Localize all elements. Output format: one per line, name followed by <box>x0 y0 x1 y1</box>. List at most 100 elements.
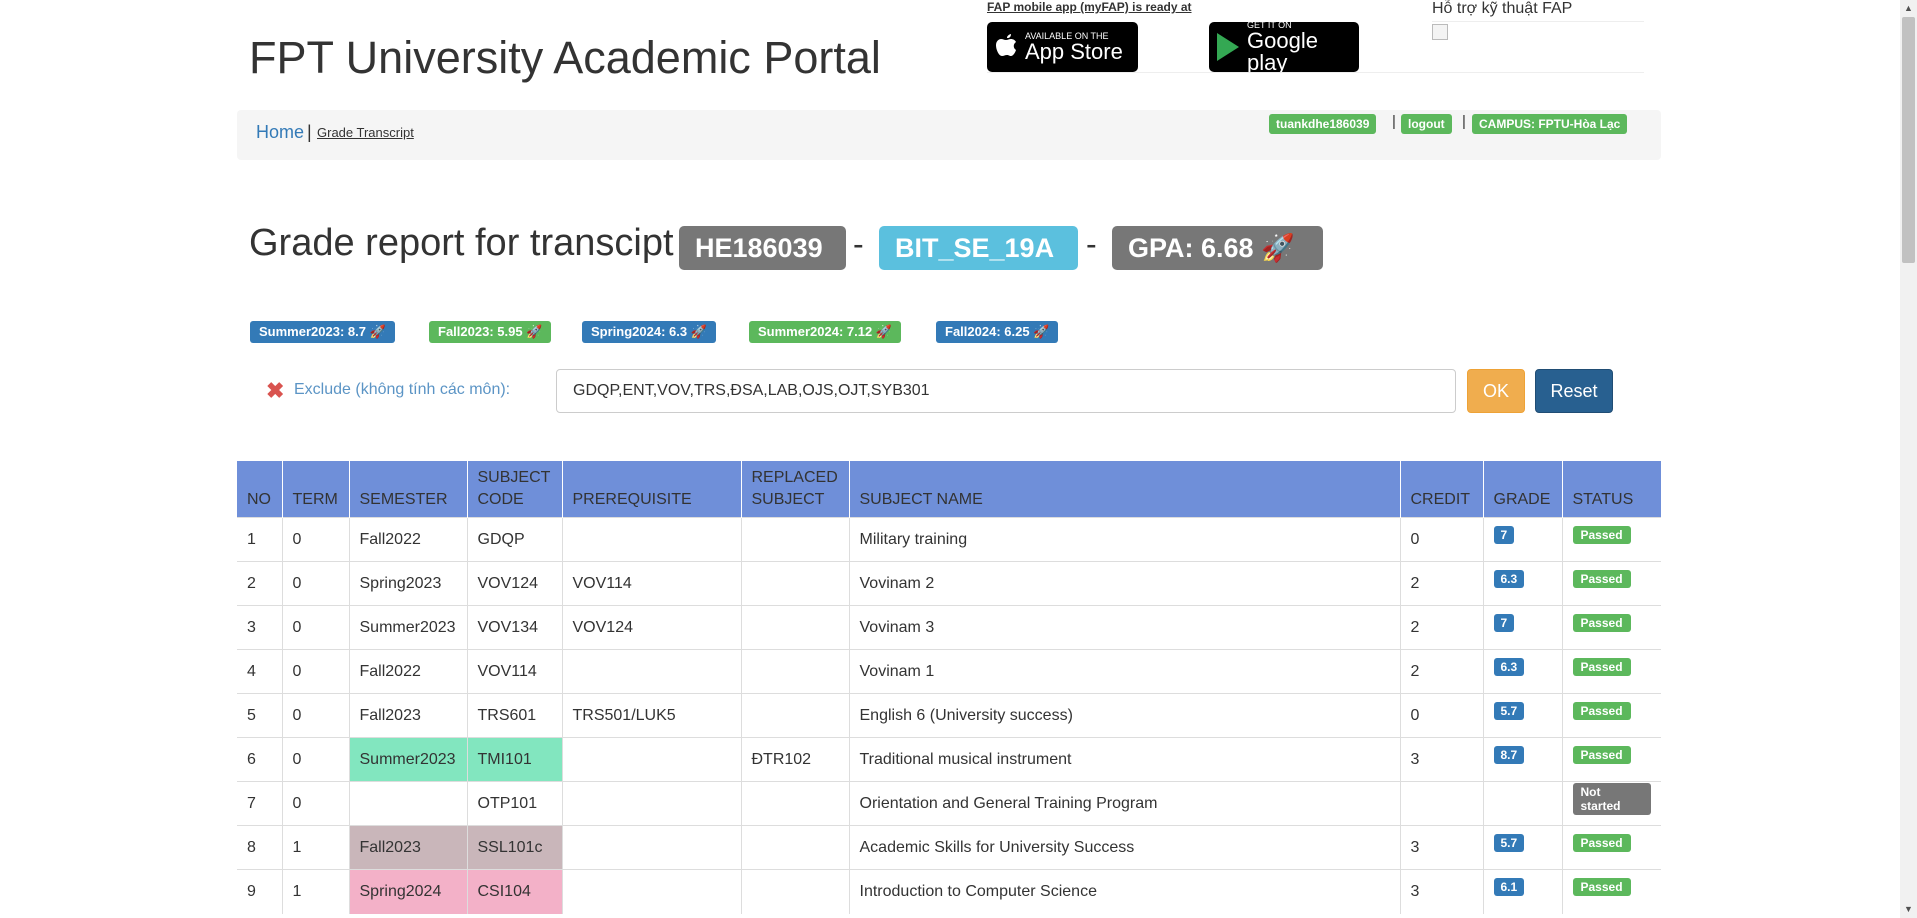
cell-grade: 8.7 <box>1483 737 1563 782</box>
column-header: SEMESTER <box>349 461 468 518</box>
apple-icon <box>995 30 1019 65</box>
header-divider <box>987 72 1644 73</box>
username-badge[interactable]: tuankdhe186039 <box>1269 114 1377 134</box>
exclude-label: Exclude (không tính các môn): <box>294 381 511 398</box>
support-divider <box>1432 21 1644 22</box>
user-separator: | <box>1392 113 1396 130</box>
cell-grade: 5.7 <box>1483 825 1563 870</box>
reset-button[interactable]: Reset <box>1535 369 1613 413</box>
cell-semester: Fall2022 <box>349 649 468 694</box>
close-icon[interactable]: ✖ <box>266 378 284 404</box>
status-badge: Passed <box>1572 657 1631 676</box>
cell-semester: Fall2023 <box>349 693 468 738</box>
cell-no: 7 <box>237 781 283 826</box>
mobile-app-text[interactable]: FAP mobile app (myFAP) is ready at <box>987 0 1192 14</box>
table-row: 2 0 Spring2023 VOV124 VOV114 Vovinam 2 2 6.3 Pas… <box>237 561 1661 606</box>
cell-status: Passed <box>1562 517 1661 562</box>
cell-credit <box>1400 781 1484 826</box>
grade-badge: 5.7 <box>1493 701 1525 720</box>
column-header: PREREQUISITE <box>562 461 742 518</box>
app-store-big: App Store <box>1025 38 1123 64</box>
student-id-label: HE186039 <box>679 226 846 270</box>
cell-prerequisite <box>562 737 742 782</box>
grade-badge: 7 <box>1493 613 1515 632</box>
status-badge: Passed <box>1572 569 1631 588</box>
cell-subject-name: English 6 (University success) <box>849 693 1401 738</box>
app-store-button[interactable]: Available on the App Store <box>987 22 1138 72</box>
cell-replaced-subject <box>741 649 850 694</box>
cell-no: 8 <box>237 825 283 870</box>
cell-credit: 2 <box>1400 605 1484 650</box>
cell-subject-name: Vovinam 3 <box>849 605 1401 650</box>
cell-replaced-subject <box>741 517 850 562</box>
cell-status: Not started <box>1562 781 1661 826</box>
table-row: 6 0 Summer2023 TMI101 ĐTR102 Traditional musi… <box>237 737 1661 782</box>
status-badge: Not started <box>1572 782 1651 815</box>
cell-no: 4 <box>237 649 283 694</box>
google-play-big: Google play <box>1247 27 1318 75</box>
column-header: GRADE <box>1483 461 1563 518</box>
cell-term: 1 <box>282 869 350 914</box>
cell-term: 0 <box>282 737 350 782</box>
column-header: CREDIT <box>1400 461 1484 518</box>
cell-subject-name: Military training <box>849 517 1401 562</box>
breadcrumb-current[interactable]: Grade Transcript <box>317 125 414 140</box>
cell-no: 3 <box>237 605 283 650</box>
google-play-button[interactable]: GET IT ON Google play <box>1209 20 1359 75</box>
cell-grade: 5.7 <box>1483 693 1563 738</box>
cell-prerequisite <box>562 825 742 870</box>
cell-no: 6 <box>237 737 283 782</box>
cell-semester: Summer2023 <box>349 605 468 650</box>
cell-term: 0 <box>282 649 350 694</box>
broken-image-icon <box>1432 24 1448 40</box>
cell-subject-code: VOV124 <box>467 561 563 606</box>
semester-gpa-badge: Fall2024: 6.25 🚀 <box>936 321 1059 343</box>
cell-credit: 2 <box>1400 561 1484 606</box>
portal-title: FPT University Academic Portal <box>249 32 881 83</box>
grade-badge: 7 <box>1493 525 1515 544</box>
cell-prerequisite <box>562 781 742 826</box>
cell-prerequisite <box>562 649 742 694</box>
cell-semester: Summer2023 <box>349 737 468 782</box>
semester-gpa-badge: Summer2023: 8.7 🚀 <box>250 321 395 343</box>
semester-gpa-badge: Spring2024: 6.3 🚀 <box>582 321 716 343</box>
home-link[interactable]: Home <box>256 122 304 143</box>
grade-badge: 5.7 <box>1493 833 1525 852</box>
cell-replaced-subject <box>741 781 850 826</box>
table-row: 7 0 OTP101 Orientation and General Training… <box>237 781 1661 826</box>
column-header: SUBJECT NAME <box>849 461 1401 518</box>
campus-badge[interactable]: CAMPUS: FPTU-Hòa Lạc <box>1472 114 1628 134</box>
cell-grade <box>1483 781 1563 826</box>
cell-status: Passed <box>1562 649 1661 694</box>
cell-credit: 2 <box>1400 649 1484 694</box>
grade-table: NO TERM SEMESTER SUBJECT CODE PREREQUISI… <box>237 461 1661 914</box>
cell-status: Passed <box>1562 561 1661 606</box>
cell-no: 9 <box>237 869 283 914</box>
semester-gpa-badge: Summer2024: 7.12 🚀 <box>749 321 901 343</box>
cell-semester: Fall2023 <box>349 825 468 870</box>
cell-replaced-subject: ĐTR102 <box>741 737 850 782</box>
scroll-down-icon[interactable]: ▼ <box>1900 901 1917 918</box>
cell-prerequisite: VOV124 <box>562 605 742 650</box>
table-row: 4 0 Fall2022 VOV114 Vovinam 1 2 6.3 Passed <box>237 649 1661 694</box>
scrollbar-thumb[interactable] <box>1902 17 1915 263</box>
logout-button[interactable]: logout <box>1401 114 1452 134</box>
table-row: 5 0 Fall2023 TRS601 TRS501/LUK5 English 6 (Un… <box>237 693 1661 738</box>
cell-subject-code: TMI101 <box>467 737 563 782</box>
cell-subject-code: VOV114 <box>467 649 563 694</box>
cell-subject-name: Traditional musical instrument <box>849 737 1401 782</box>
scroll-up-icon[interactable]: ▲ <box>1900 0 1917 17</box>
cell-no: 2 <box>237 561 283 606</box>
status-badge: Passed <box>1572 745 1631 764</box>
cell-subject-name: Academic Skills for University Success <box>849 825 1401 870</box>
cell-grade: 6.3 <box>1483 649 1563 694</box>
column-header: NO <box>237 461 283 518</box>
cell-status: Passed <box>1562 605 1661 650</box>
exclude-input[interactable] <box>556 369 1456 413</box>
cell-replaced-subject <box>741 869 850 914</box>
cell-credit: 3 <box>1400 737 1484 782</box>
status-badge: Passed <box>1572 613 1631 632</box>
heading-dash: - <box>853 226 864 262</box>
table-row: 8 1 Fall2023 SSL101c Academic Skills for Uni… <box>237 825 1661 870</box>
ok-button[interactable]: OK <box>1467 369 1525 413</box>
